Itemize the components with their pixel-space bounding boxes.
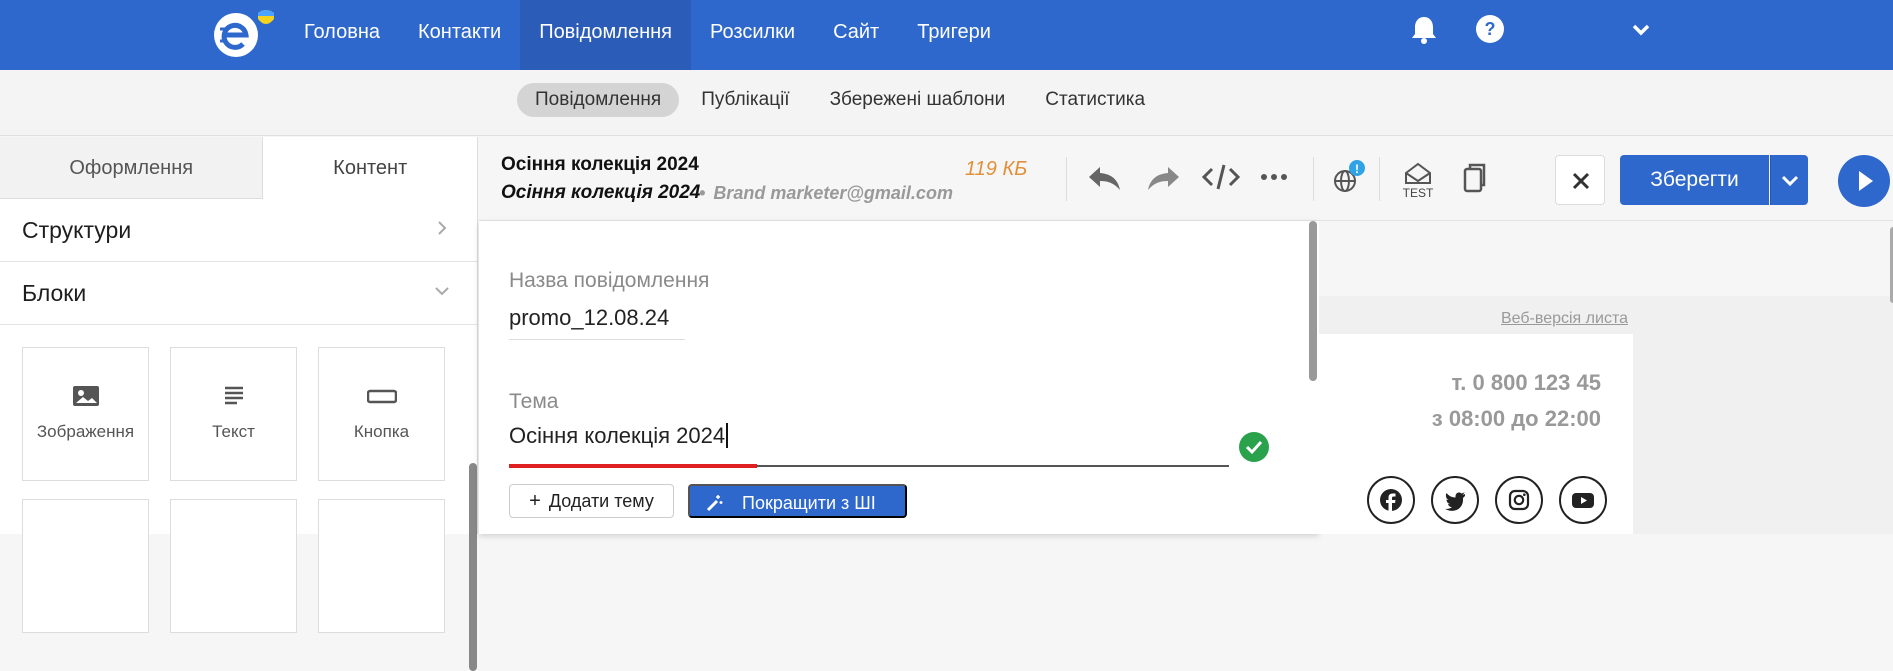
plus-icon: + xyxy=(529,489,541,512)
message-size: 119 КБ xyxy=(965,158,1028,180)
block-text-label: Текст xyxy=(212,422,255,441)
panel-scrollbar[interactable] xyxy=(1309,221,1317,381)
block-item[interactable] xyxy=(22,499,149,633)
test-send-icon[interactable]: TEST xyxy=(1397,161,1439,201)
help-icon[interactable]: ? xyxy=(1475,14,1507,46)
message-name-label: Назва повідомлення xyxy=(509,269,710,292)
code-icon[interactable] xyxy=(1201,161,1241,198)
logo[interactable] xyxy=(210,5,282,61)
section-structures[interactable]: Структури xyxy=(0,199,477,262)
tab-design[interactable]: Оформлення xyxy=(0,137,264,199)
message-name-input[interactable]: promo_12.08.24 xyxy=(509,305,685,340)
more-icon[interactable] xyxy=(1259,167,1289,192)
subtab-saved-templates[interactable]: Збережені шаблони xyxy=(812,83,1024,117)
subtab-statistics[interactable]: Статистика xyxy=(1027,83,1163,117)
message-title: Осіння колекція 2024 xyxy=(501,154,699,175)
preview-toolbar-area xyxy=(1319,221,1893,296)
play-icon xyxy=(1859,171,1873,191)
magic-wand-icon xyxy=(704,493,724,518)
email-preview: Веб-версія листа т. 0 800 123 45 з 08:00… xyxy=(1319,221,1893,534)
top-navbar: Головна Контакти Повідомлення Розсилки С… xyxy=(0,0,1893,70)
bell-icon[interactable] xyxy=(1409,14,1441,46)
sub-navbar: Повідомлення Публікації Збережені шаблон… xyxy=(0,70,1893,136)
save-dropdown-button[interactable] xyxy=(1770,155,1808,205)
section-blocks-label: Блоки xyxy=(22,280,87,306)
message-subject: Осіння колекція 2024 xyxy=(501,182,701,203)
phone-text: т. 0 800 123 45 xyxy=(1451,370,1601,395)
subject-label: Тема xyxy=(509,390,559,413)
nav-messages[interactable]: Повідомлення xyxy=(520,0,692,70)
save-button[interactable]: Зберегти xyxy=(1620,155,1769,205)
send-button[interactable] xyxy=(1838,155,1890,207)
left-scrollbar[interactable] xyxy=(469,463,477,671)
web-version-link[interactable]: Веб-версія листа xyxy=(1501,310,1628,328)
text-icon xyxy=(224,386,243,405)
block-image[interactable]: Зображення xyxy=(22,347,149,481)
improve-ai-label: Покращити з ШІ xyxy=(742,493,876,513)
hours-text: з 08:00 до 22:00 xyxy=(1431,406,1601,431)
subject-input[interactable]: Осіння колекція 2024 xyxy=(509,423,1229,468)
improve-ai-button[interactable]: Покращити з ШІ xyxy=(688,484,907,518)
main-nav: Головна Контакти Повідомлення Розсилки С… xyxy=(285,0,1010,70)
svg-text:?: ? xyxy=(1485,19,1496,39)
nav-campaigns[interactable]: Розсилки xyxy=(691,0,814,70)
editor-header: Осіння колекція 2024 Осіння колекція 202… xyxy=(479,137,1893,221)
nav-contacts[interactable]: Контакти xyxy=(399,0,520,70)
close-icon xyxy=(1572,172,1590,190)
globe-icon[interactable]: ! xyxy=(1331,159,1369,202)
spellcheck-underline xyxy=(509,464,757,468)
copy-icon[interactable] xyxy=(1460,161,1490,200)
nav-site[interactable]: Сайт xyxy=(814,0,898,70)
twitter-icon[interactable] xyxy=(1431,476,1479,524)
image-icon xyxy=(72,386,99,406)
button-icon xyxy=(366,389,397,404)
block-item[interactable] xyxy=(318,499,445,633)
redo-icon[interactable] xyxy=(1144,163,1182,198)
subtab-messages[interactable]: Повідомлення xyxy=(517,83,680,117)
youtube-icon[interactable] xyxy=(1559,476,1607,524)
block-button[interactable]: Кнопка xyxy=(318,347,445,481)
svg-text:!: ! xyxy=(1355,162,1359,176)
chevron-right-icon xyxy=(438,221,447,235)
close-button[interactable] xyxy=(1555,155,1605,205)
check-valid-icon xyxy=(1238,431,1270,468)
message-settings-panel: Назва повідомлення promo_12.08.24 Тема О… xyxy=(479,221,1319,534)
block-image-label: Зображення xyxy=(36,422,135,441)
subtab-publications[interactable]: Публікації xyxy=(683,83,807,117)
chevron-down-icon xyxy=(1781,175,1799,187)
nav-triggers[interactable]: Тригери xyxy=(898,0,1010,70)
divider xyxy=(1313,157,1314,201)
section-structures-label: Структури xyxy=(22,217,132,243)
nav-home[interactable]: Головна xyxy=(285,0,399,70)
subject-value: Осіння колекція 2024 xyxy=(509,423,729,448)
block-button-label: Кнопка xyxy=(353,422,410,441)
block-text[interactable]: Текст xyxy=(170,347,297,481)
add-subject-label: Додати тему xyxy=(548,490,654,511)
facebook-icon[interactable] xyxy=(1367,476,1415,524)
tab-content[interactable]: Контент xyxy=(263,137,477,199)
add-subject-button[interactable]: + Додати тему xyxy=(509,484,674,518)
email-header-block: т. 0 800 123 45 з 08:00 до 22:00 xyxy=(1319,334,1633,534)
section-blocks[interactable]: Блоки xyxy=(0,262,477,325)
chevron-down-icon[interactable] xyxy=(1629,20,1661,52)
left-panel: Оформлення Контент Структури Блоки Зобра… xyxy=(0,137,478,671)
block-item[interactable] xyxy=(170,499,297,633)
test-label: TEST xyxy=(1402,186,1434,200)
divider xyxy=(1066,157,1067,201)
message-sender: • Brand marketer@gmail.com xyxy=(699,183,953,203)
instagram-icon[interactable] xyxy=(1495,476,1543,524)
chevron-down-icon xyxy=(435,287,449,296)
divider xyxy=(1379,157,1380,201)
undo-icon[interactable] xyxy=(1086,163,1124,198)
